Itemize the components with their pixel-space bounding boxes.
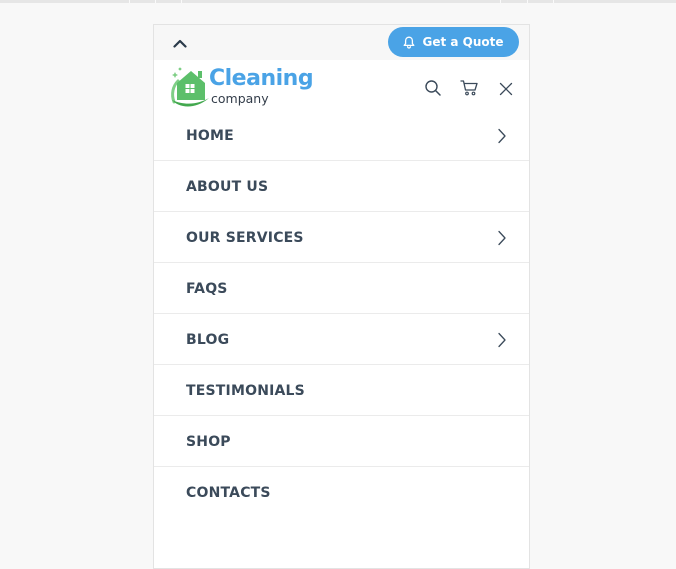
- chevron-up-icon: [173, 39, 187, 48]
- collapse-button[interactable]: [168, 33, 192, 53]
- main-menu: HOME ABOUT US OUR SERVICES FAQS BLOG TES…: [154, 110, 529, 518]
- menu-top-bar: Get a Quote: [154, 25, 529, 60]
- get-a-quote-button[interactable]: Get a Quote: [388, 27, 519, 57]
- menu-item-label: OUR SERVICES: [186, 230, 304, 246]
- chevron-right-icon[interactable]: [497, 128, 507, 144]
- menu-item-contacts[interactable]: CONTACTS: [154, 467, 529, 518]
- mobile-menu-panel: Get a Quote Cleaning company HOME ABOUT …: [153, 24, 530, 569]
- menu-item-label: ABOUT US: [186, 179, 269, 195]
- close-icon: [499, 82, 513, 96]
- close-button[interactable]: [499, 82, 519, 102]
- company-logo[interactable]: Cleaning company: [169, 64, 314, 110]
- menu-item-blog[interactable]: BLOG: [154, 314, 529, 365]
- chevron-right-icon[interactable]: [497, 332, 507, 348]
- search-button[interactable]: [424, 79, 444, 99]
- menu-item-label: CONTACTS: [186, 485, 271, 501]
- menu-item-testimonials[interactable]: TESTIMONIALS: [154, 365, 529, 416]
- menu-item-home[interactable]: HOME: [154, 110, 529, 161]
- menu-item-label: SHOP: [186, 434, 231, 450]
- cart-icon: [460, 80, 478, 96]
- menu-item-label: HOME: [186, 128, 234, 144]
- menu-item-faqs[interactable]: FAQS: [154, 263, 529, 314]
- logo-brand-text: Cleaning: [209, 66, 314, 91]
- menu-item-label: TESTIMONIALS: [186, 383, 305, 399]
- logo-sub-text: company: [211, 91, 269, 106]
- bell-icon: [404, 36, 415, 49]
- chevron-right-icon[interactable]: [497, 230, 507, 246]
- get-a-quote-label: Get a Quote: [422, 35, 504, 49]
- cart-button[interactable]: [460, 79, 480, 99]
- menu-item-our-services[interactable]: OUR SERVICES: [154, 212, 529, 263]
- house-logo-icon: [171, 67, 209, 107]
- menu-item-about-us[interactable]: ABOUT US: [154, 161, 529, 212]
- menu-item-label: BLOG: [186, 332, 230, 348]
- menu-item-shop[interactable]: SHOP: [154, 416, 529, 467]
- page-top-border: [0, 0, 676, 3]
- menu-item-label: FAQS: [186, 281, 228, 297]
- search-icon: [425, 80, 441, 96]
